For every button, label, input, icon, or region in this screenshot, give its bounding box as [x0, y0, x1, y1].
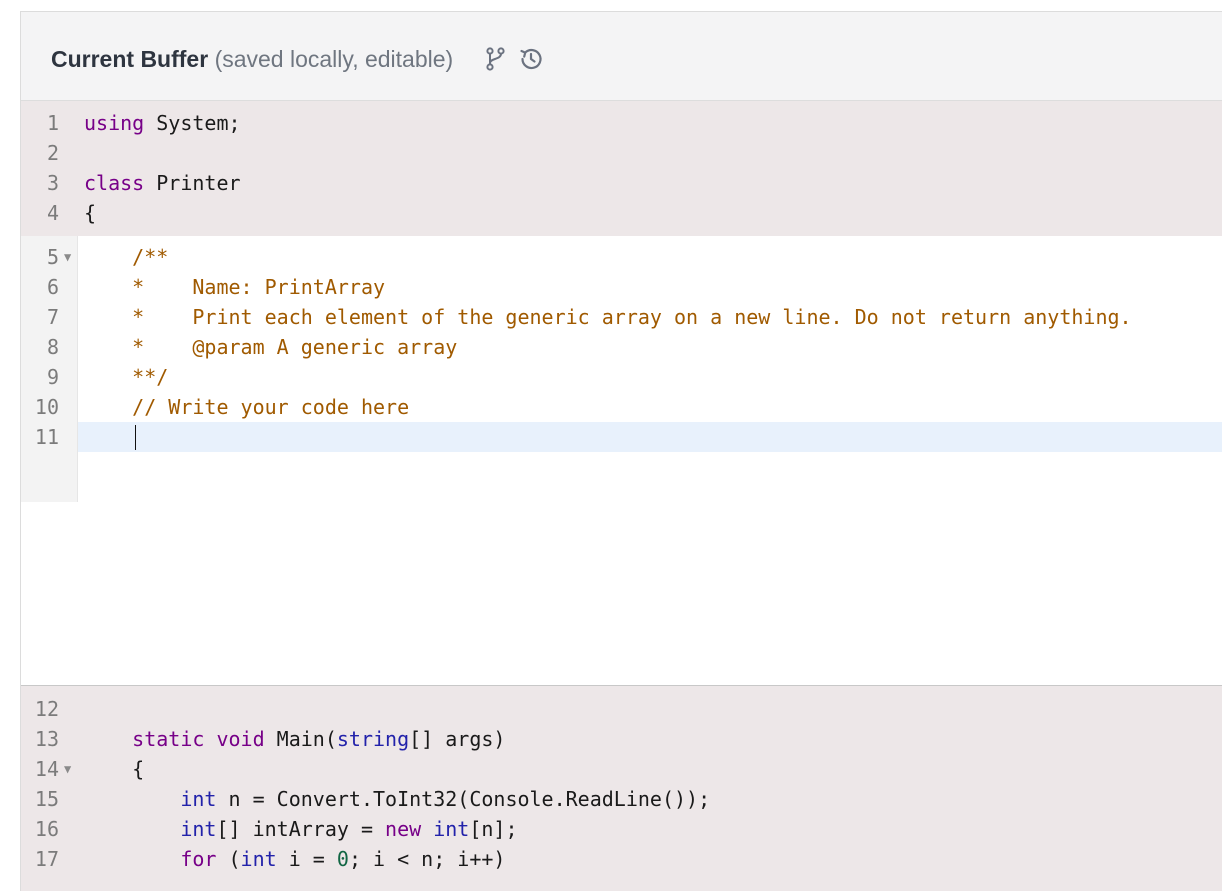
- branch-icon[interactable]: [482, 46, 508, 72]
- buffer-title-subtitle: (saved locally, editable): [214, 46, 454, 72]
- code-text: using System;: [84, 108, 241, 138]
- code-token: ; i < n; i++): [348, 847, 506, 871]
- code-text: static void Main(string[] args): [84, 724, 505, 754]
- code-line: 6 * Name: PrintArray: [21, 272, 1222, 302]
- code-editor-panel: Current Buffer (saved locally, editable)…: [20, 11, 1222, 891]
- code-token: i =: [276, 847, 337, 871]
- code-text: class Printer: [84, 168, 241, 198]
- code-token: int: [180, 817, 217, 841]
- line-number: 7: [46, 305, 59, 329]
- line-number: 3: [46, 171, 59, 195]
- editable-code-region[interactable]: 5 ▼ /** 6 * Name: PrintArray 7 * Print each…: [21, 236, 1222, 686]
- editor-header: Current Buffer (saved locally, editable): [21, 12, 1222, 101]
- code-line: 16 int[] intArray = new int[n];: [21, 814, 1222, 844]
- buffer-title: Current Buffer (saved locally, editable): [51, 46, 453, 73]
- line-number: 4: [46, 201, 59, 225]
- code-line: 15 int n = Convert.ToInt32(Console.ReadL…: [21, 784, 1222, 814]
- code-line: 11: [21, 422, 1222, 452]
- code-text: {: [84, 198, 96, 228]
- code-token: {: [84, 201, 97, 225]
- line-number: 8: [46, 335, 59, 359]
- line-number: 2: [46, 141, 59, 165]
- line-number: 9: [46, 365, 59, 389]
- readonly-code-top: 1 using System; 2 3 class Printer 4{: [21, 101, 1222, 237]
- line-number: 15: [34, 787, 59, 811]
- fold-arrow-icon[interactable]: ▼: [64, 754, 71, 784]
- line-number: 16: [34, 817, 59, 841]
- code-token: static: [132, 727, 205, 751]
- line-number: 6: [46, 275, 59, 299]
- code-line: 10 // Write your code here: [21, 392, 1222, 422]
- code-token: {: [84, 757, 145, 781]
- code-line: 14 ▼ {: [21, 754, 1222, 784]
- code-line: 3 class Printer: [21, 168, 1222, 198]
- code-token: class: [84, 171, 145, 195]
- code-text: {: [84, 754, 144, 784]
- fold-arrow-icon[interactable]: ▼: [64, 242, 71, 272]
- code-line: 9 **/: [21, 362, 1222, 392]
- readonly-code-bottom: 12 13 static void Main(string[] args) 14 ▼ …: [21, 685, 1222, 891]
- code-token: * @param A generic array: [84, 335, 458, 359]
- line-number: 13: [34, 727, 59, 751]
- code-token: using: [84, 111, 145, 135]
- line-number: 11: [34, 425, 59, 449]
- code-text: for (int i = 0; i < n; i++): [84, 844, 505, 874]
- code-token: for: [180, 847, 217, 871]
- code-token: new: [385, 817, 422, 841]
- code-line: 17 for (int i = 0; i < n; i++): [21, 844, 1222, 874]
- code-token: Printer: [144, 171, 241, 195]
- code-token: 0: [336, 847, 349, 871]
- code-line: 4{: [21, 198, 1222, 228]
- buffer-title-label: Current Buffer: [51, 46, 209, 72]
- line-number: 17: [34, 847, 59, 871]
- line-number: 14: [34, 757, 59, 781]
- code-token: /**: [84, 245, 169, 269]
- code-token: [n];: [469, 817, 518, 841]
- code-line: 12: [21, 694, 1222, 724]
- code-token: **/: [84, 365, 169, 389]
- code-text: // Write your code here: [84, 392, 409, 422]
- code-token: * Name: PrintArray: [84, 275, 386, 299]
- code-token: * Print each element of the generic arra…: [84, 305, 1132, 329]
- code-line: 13 static void Main(string[] args): [21, 724, 1222, 754]
- code-token: void: [216, 727, 265, 751]
- history-icon[interactable]: [518, 46, 544, 72]
- code-text: int[] intArray = new int[n];: [84, 814, 518, 844]
- code-token: // Write your code here: [84, 395, 410, 419]
- code-line: 7 * Print each element of the generic ar…: [21, 302, 1222, 332]
- code-text: * Name: PrintArray: [84, 272, 385, 302]
- code-line: 2: [21, 138, 1222, 168]
- code-line: 1 using System;: [21, 108, 1222, 138]
- line-number: 10: [34, 395, 59, 419]
- code-text: **/: [84, 362, 168, 392]
- code-text: /**: [84, 242, 168, 272]
- code-token: int: [240, 847, 277, 871]
- code-token: int: [180, 787, 217, 811]
- code-token: System;: [144, 111, 241, 135]
- code-line: 8 * @param A generic array: [21, 332, 1222, 362]
- code-line: 5 ▼ /**: [21, 242, 1222, 272]
- line-number: 5: [46, 245, 59, 269]
- code-text: * @param A generic array: [84, 332, 457, 362]
- code-text: int n = Convert.ToInt32(Console.ReadLine…: [84, 784, 710, 814]
- code-text: * Print each element of the generic arra…: [84, 302, 1132, 332]
- line-number: 12: [34, 697, 59, 721]
- line-number: 1: [46, 111, 59, 135]
- code-token: string: [336, 727, 410, 751]
- code-token: n = Convert.ToInt32(Console.ReadLine());: [216, 787, 711, 811]
- code-token: Main(: [264, 727, 337, 751]
- code-token: int: [433, 817, 470, 841]
- code-token: (: [216, 847, 241, 871]
- code-token: [] intArray =: [216, 817, 386, 841]
- code-token: [] args): [409, 727, 506, 751]
